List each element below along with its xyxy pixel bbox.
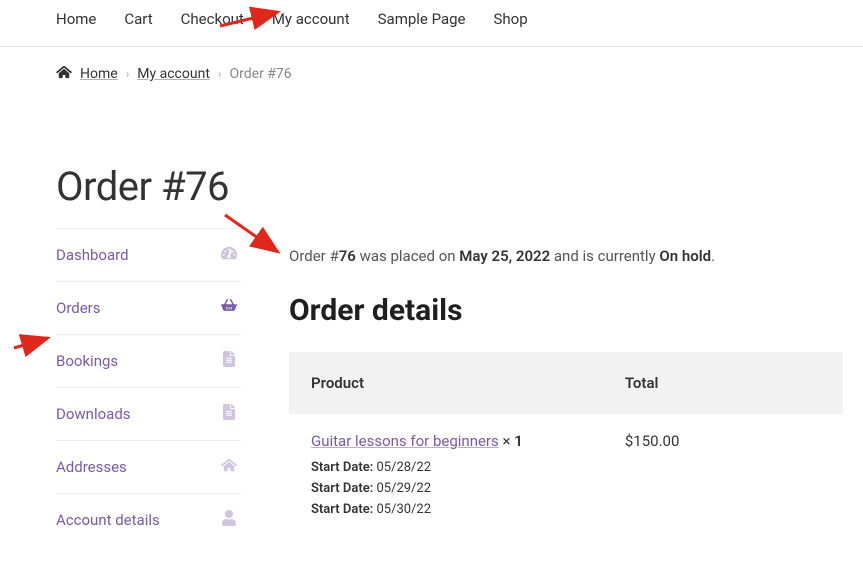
basket-icon (221, 298, 237, 318)
user-icon (221, 510, 237, 530)
meta-label: Start Date: (311, 481, 373, 496)
nav-shop[interactable]: Shop (494, 10, 528, 28)
status-text: Order # (289, 247, 339, 265)
breadcrumb-home[interactable]: Home (80, 66, 118, 82)
sidenav-downloads[interactable]: Downloads (56, 388, 241, 441)
breadcrumb: Home › My account › Order #76 (0, 47, 863, 83)
sidenav-bookings[interactable]: Bookings (56, 335, 241, 388)
sidenav-account-details[interactable]: Account details (56, 494, 241, 546)
sidenav-item-label: Account details (56, 511, 160, 529)
sidenav-addresses[interactable]: Addresses (56, 441, 241, 494)
nav-sample-page[interactable]: Sample Page (378, 10, 466, 28)
page-title: Order #76 (56, 163, 241, 210)
sidenav-dashboard[interactable]: Dashboard (56, 229, 241, 282)
nav-home[interactable]: Home (56, 10, 96, 28)
order-number: 76 (339, 247, 356, 265)
product-meta: Start Date: 05/28/22 Start Date: 05/29/2… (311, 458, 625, 520)
status-text: . (711, 247, 715, 265)
status-text: was placed on (356, 247, 459, 265)
sidenav-item-label: Addresses (56, 458, 127, 476)
order-status-line: Order #76 was placed on May 25, 2022 and… (289, 247, 843, 265)
sidenav-orders[interactable]: Orders (56, 282, 241, 335)
table-row: Guitar lessons for beginners × 1 Start D… (289, 414, 843, 538)
dashboard-icon (221, 245, 237, 265)
meta-date: 05/30/22 (376, 502, 431, 517)
product-qty: 1 (514, 432, 523, 450)
account-sidenav: Dashboard Orders Bookings Downloads (56, 228, 241, 546)
sidenav-item-label: Downloads (56, 405, 131, 423)
left-column: Order #76 Dashboard Orders Bookings (56, 163, 241, 546)
qty-prefix: × (499, 432, 514, 450)
meta-date: 05/28/22 (376, 460, 431, 475)
nav-cart[interactable]: Cart (124, 10, 152, 28)
top-nav: Home Cart Checkout My account Sample Pag… (0, 0, 863, 47)
home-icon (56, 65, 72, 83)
status-text: and is currently (550, 247, 659, 265)
product-link[interactable]: Guitar lessons for beginners (311, 432, 499, 450)
cell-total: $150.00 (625, 432, 821, 520)
order-details-title: Order details (289, 293, 843, 328)
header-total: Total (625, 374, 821, 392)
header-product: Product (311, 374, 625, 392)
order-state: On hold (659, 247, 711, 265)
nav-checkout[interactable]: Checkout (181, 10, 244, 28)
breadcrumb-myaccount[interactable]: My account (137, 66, 210, 82)
file-icon (221, 351, 237, 371)
chevron-right-icon: › (126, 67, 130, 81)
meta-date: 05/29/22 (376, 481, 431, 496)
meta-label: Start Date: (311, 460, 373, 475)
table-header: Product Total (289, 352, 843, 414)
sidenav-item-label: Orders (56, 299, 101, 317)
file-icon (221, 404, 237, 424)
sidenav-item-label: Bookings (56, 352, 118, 370)
right-column: Order #76 was placed on May 25, 2022 and… (289, 163, 843, 546)
chevron-right-icon: › (218, 67, 222, 81)
sidenav-item-label: Dashboard (56, 246, 129, 264)
cell-product: Guitar lessons for beginners × 1 Start D… (311, 432, 625, 520)
order-date: May 25, 2022 (459, 247, 550, 265)
order-details-table: Product Total Guitar lessons for beginne… (289, 352, 843, 538)
meta-label: Start Date: (311, 502, 373, 517)
home-icon (221, 457, 237, 477)
nav-my-account[interactable]: My account (272, 10, 350, 28)
breadcrumb-current: Order #76 (230, 66, 292, 82)
main: Order #76 Dashboard Orders Bookings (0, 163, 863, 546)
